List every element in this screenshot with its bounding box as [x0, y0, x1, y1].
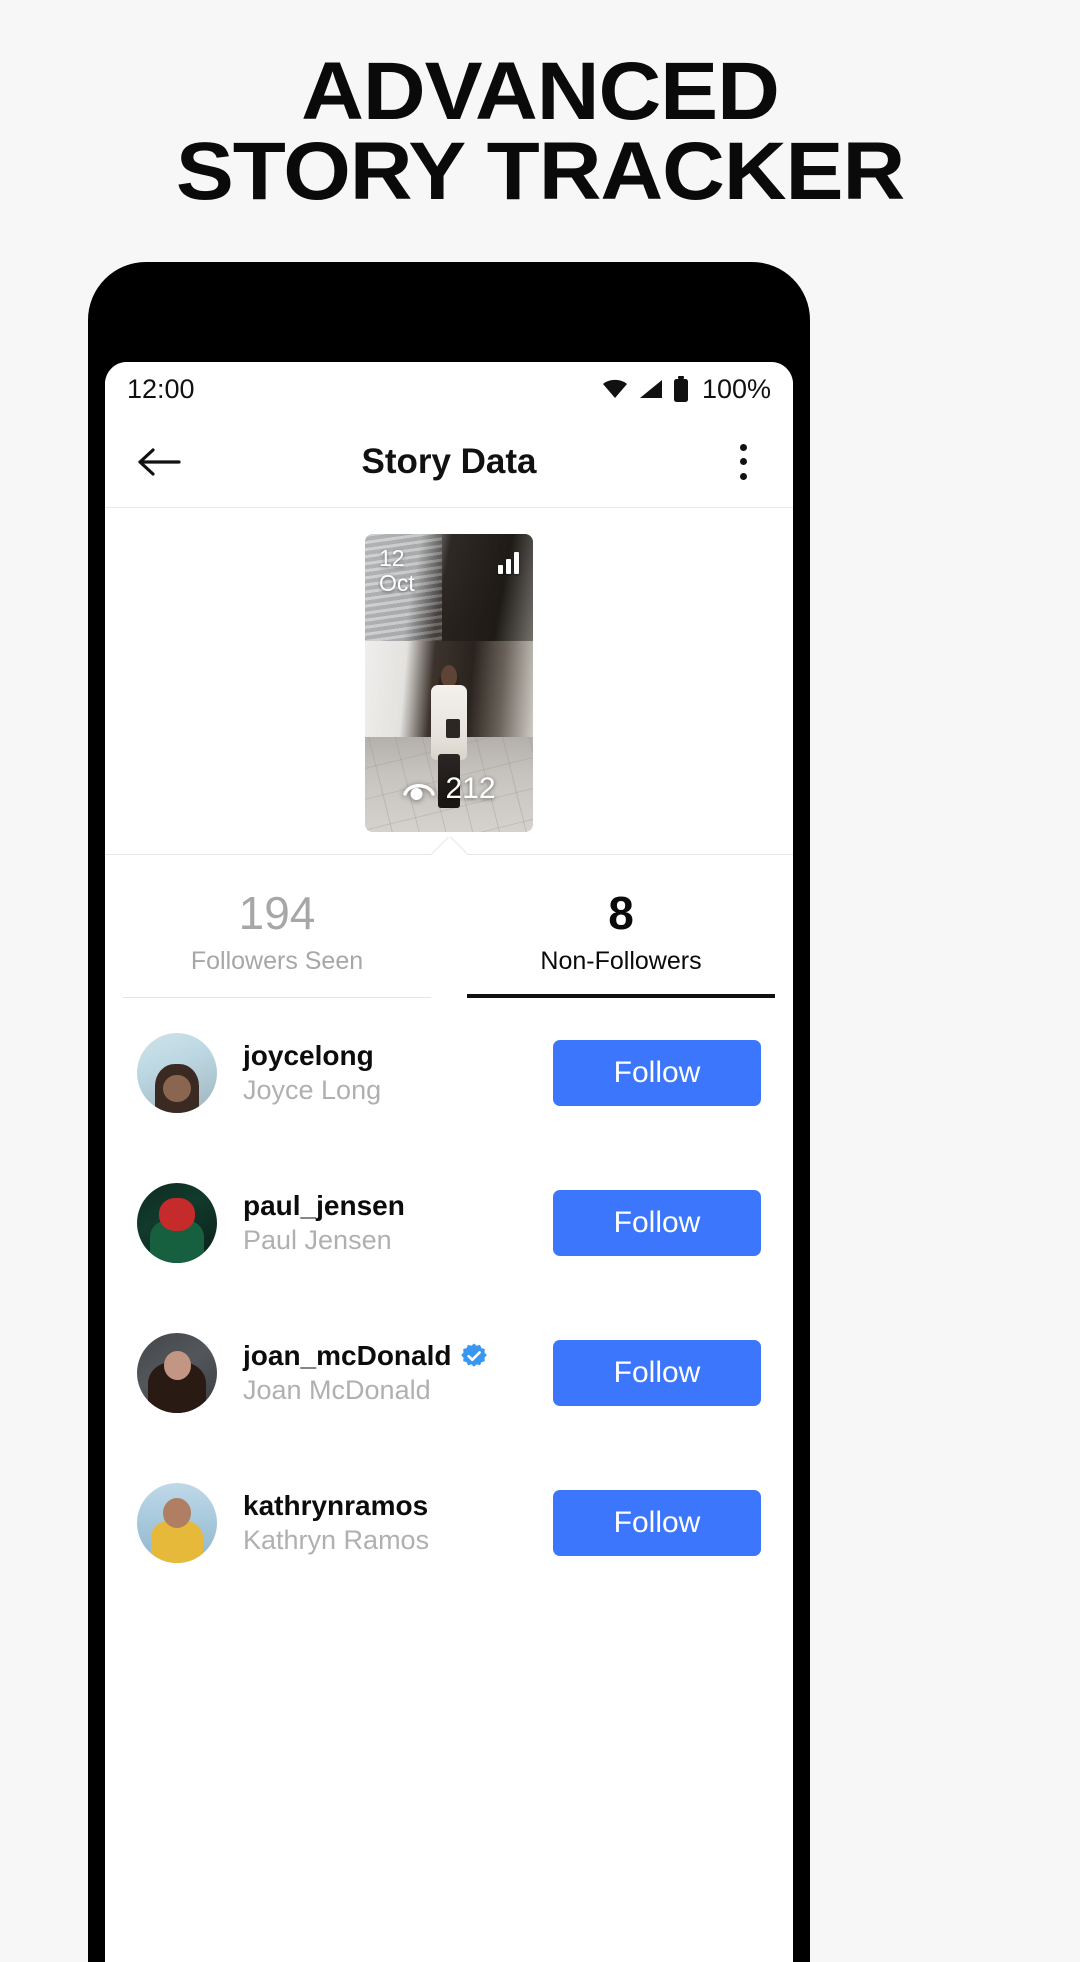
tab-underline	[123, 997, 431, 999]
user-fullname: Joyce Long	[243, 1075, 382, 1106]
verified-badge-icon	[461, 1343, 488, 1367]
story-date-month: Oct	[379, 569, 415, 596]
stats-tabs: 194 Followers Seen 8 Non-Followers	[105, 855, 793, 999]
avatar[interactable]	[137, 1333, 217, 1414]
follow-button[interactable]: Follow	[553, 1340, 761, 1407]
list-item[interactable]: paul_jensen Paul Jensen Follow	[137, 1148, 761, 1298]
status-bar: 12:00 100%	[105, 362, 793, 416]
user-list: joycelong Joyce Long Follow paul_jensen …	[105, 998, 793, 1599]
user-fullname: Joan McDonald	[243, 1375, 431, 1406]
app-bar-title: Story Data	[361, 441, 537, 481]
user-info: paul_jensen Paul Jensen	[243, 1190, 553, 1256]
eye-icon	[403, 784, 436, 800]
tab-followers-seen-label: Followers Seen	[190, 947, 364, 976]
status-time: 12:00	[127, 373, 195, 404]
story-views-count: 212	[445, 772, 496, 805]
follow-button[interactable]: Follow	[553, 1190, 761, 1257]
headline-line-1: ADVANCED	[301, 46, 780, 137]
page-title: ADVANCED STORY TRACKER	[0, 46, 1080, 218]
tab-followers-seen-value: 194	[238, 887, 316, 939]
list-item[interactable]: joan_mcDonald Joan McDonald Follow	[137, 1298, 761, 1448]
story-views: 212	[365, 772, 533, 806]
list-item[interactable]: joycelong Joyce Long Follow	[137, 998, 761, 1148]
phone-screen: 12:00 100% Story Data 12 Oct 212 194 Fol…	[105, 362, 793, 1962]
phone-mockup-frame: 12:00 100% Story Data 12 Oct 212 194 Fol…	[88, 262, 810, 1962]
user-handle: joan_mcDonald	[243, 1340, 452, 1372]
tab-non-followers[interactable]: 8 Non-Followers	[459, 855, 783, 999]
follow-button[interactable]: Follow	[553, 1040, 761, 1107]
tab-non-followers-value: 8	[608, 887, 634, 939]
avatar[interactable]	[137, 1183, 217, 1264]
user-fullname: Paul Jensen	[243, 1225, 392, 1256]
wifi-icon	[602, 379, 627, 398]
bar-chart-icon	[498, 552, 519, 574]
user-handle: paul_jensen	[243, 1190, 405, 1222]
story-date: 12 Oct	[379, 546, 415, 596]
headline-line-2: STORY TRACKER	[175, 126, 905, 218]
tab-underline-active	[467, 994, 775, 999]
story-preview-section: 12 Oct 212	[105, 508, 793, 855]
list-item[interactable]: kathrynramos Kathryn Ramos Follow	[137, 1448, 761, 1598]
avatar[interactable]	[137, 1483, 217, 1564]
overflow-menu-icon[interactable]	[725, 442, 761, 482]
caret-up-icon	[430, 837, 468, 855]
user-fullname: Kathryn Ramos	[243, 1525, 430, 1556]
status-indicators: 100%	[601, 374, 771, 405]
app-bar: Story Data	[105, 416, 793, 508]
follow-button[interactable]: Follow	[553, 1490, 761, 1557]
user-info: joycelong Joyce Long	[243, 1040, 553, 1106]
back-arrow-icon[interactable]	[137, 445, 181, 479]
tab-followers-seen[interactable]: 194 Followers Seen	[115, 855, 439, 999]
user-info: joan_mcDonald Joan McDonald	[243, 1340, 553, 1406]
user-handle: kathrynramos	[243, 1490, 429, 1522]
user-info: kathrynramos Kathryn Ramos	[243, 1490, 553, 1556]
signal-icon	[639, 380, 662, 398]
tab-non-followers-label: Non-Followers	[540, 947, 702, 976]
user-handle: joycelong	[243, 1040, 374, 1072]
story-date-day: 12	[379, 545, 405, 571]
avatar[interactable]	[137, 1033, 217, 1114]
story-thumbnail[interactable]: 12 Oct 212	[365, 534, 533, 832]
battery-percentage: 100%	[701, 373, 771, 404]
battery-icon	[673, 376, 688, 402]
